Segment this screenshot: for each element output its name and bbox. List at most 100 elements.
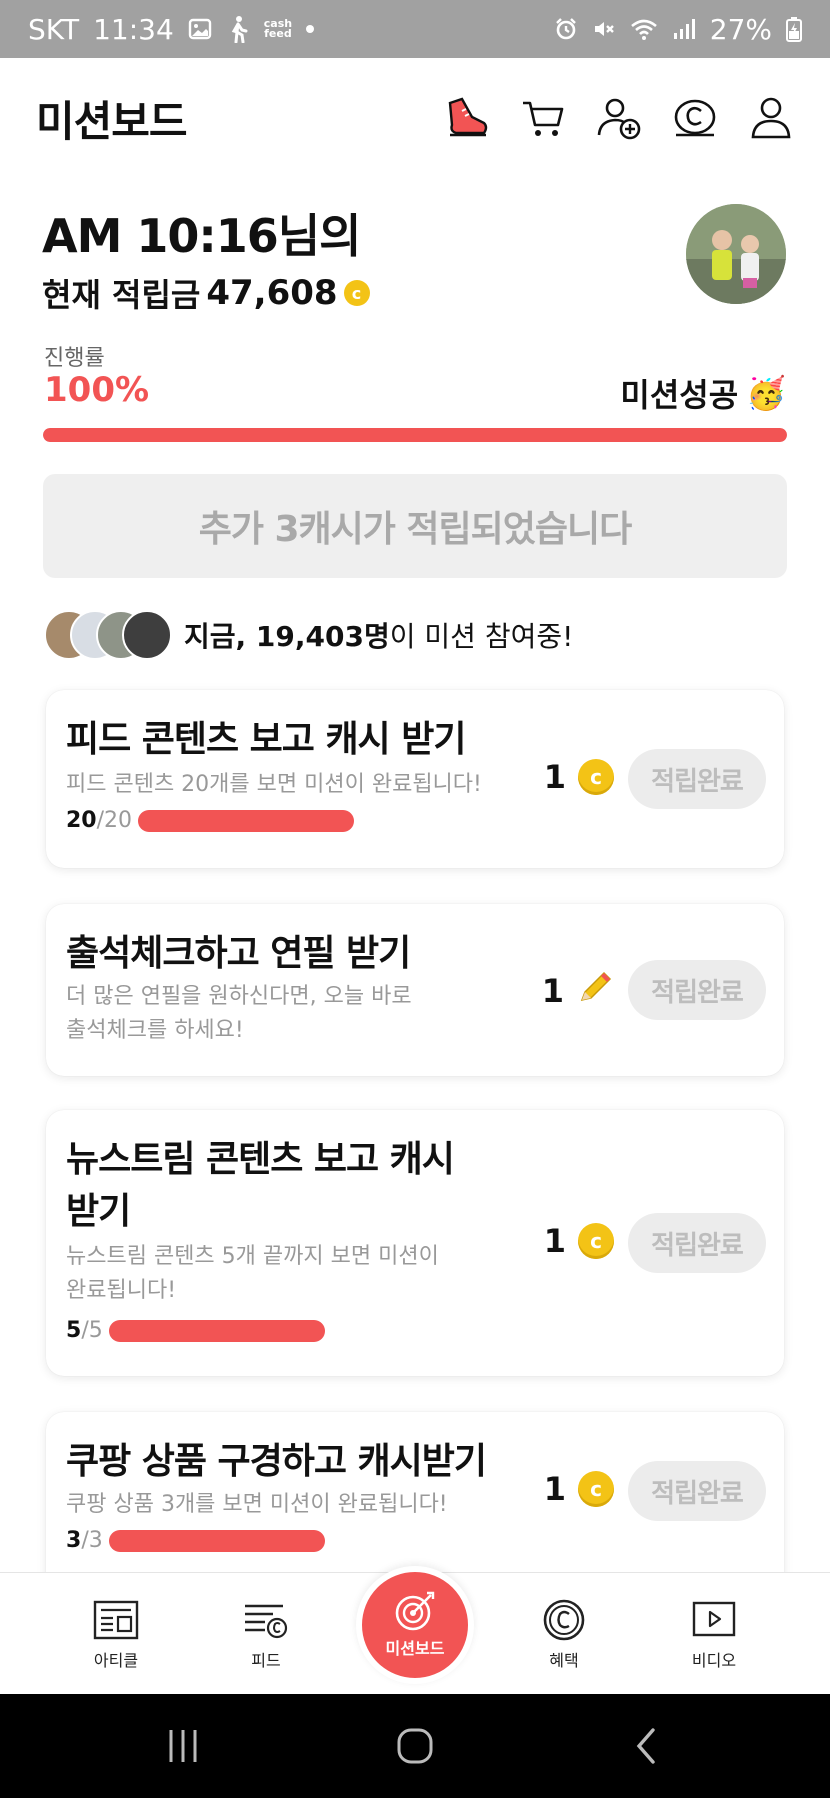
mission-status-text: 미션성공 bbox=[620, 376, 739, 414]
battery-percent: 27% bbox=[709, 12, 772, 46]
coin-icon: c bbox=[343, 280, 370, 306]
mission-total: /3 bbox=[81, 1528, 103, 1553]
balance-label: 현재 적립금 bbox=[42, 276, 201, 314]
reward-amount: 1 bbox=[543, 1222, 566, 1260]
nav-benefit[interactable]: 혜택 bbox=[514, 1599, 614, 1671]
mission-reward: 1 bbox=[542, 968, 614, 1014]
reward-claimed-button[interactable]: 적립완료 bbox=[628, 749, 766, 809]
add-friend-icon[interactable] bbox=[596, 95, 642, 141]
page-title: 미션보드 bbox=[36, 96, 188, 146]
clock: 11:34 bbox=[93, 12, 174, 46]
nav-missionboard-button[interactable]: 미션보드 bbox=[356, 1566, 474, 1684]
mission-desc-line2: 출석체크를 하세요! bbox=[66, 1018, 244, 1043]
status-bar: SKT 11:34 cash feed 27% bbox=[0, 0, 830, 58]
cashfeed-label-bottom: feed bbox=[264, 27, 292, 40]
reward-amount: 1 bbox=[541, 972, 564, 1010]
benefit-coin-icon bbox=[541, 1599, 587, 1641]
nav-feed[interactable]: 피드 bbox=[216, 1599, 316, 1671]
recent-apps-icon[interactable] bbox=[158, 1724, 208, 1768]
signal-icon bbox=[672, 17, 696, 41]
battery-charging-icon bbox=[786, 16, 802, 42]
mission-title: 피드 콘텐츠 보고 캐시 받기 bbox=[66, 719, 466, 760]
walking-icon bbox=[226, 15, 250, 43]
feed-icon bbox=[243, 1599, 289, 1641]
mission-reward: 1 c bbox=[544, 1222, 614, 1260]
nav-benefit-label: 혜택 bbox=[549, 1651, 579, 1670]
mission-desc: 피드 콘텐츠 20개를 보면 미션이 완료됩니다! bbox=[66, 772, 482, 797]
mission-desc-line1: 뉴스트림 콘텐츠 5개 끝까지 보면 미션이 bbox=[66, 1244, 439, 1269]
coin-icon: c bbox=[578, 1471, 614, 1507]
reward-notice: 추가 3캐시가 적립되었습니다 bbox=[43, 474, 787, 578]
reward-claimed-button[interactable]: 적립완료 bbox=[628, 1461, 766, 1521]
mission-card[interactable]: 뉴스트림 콘텐츠 보고 캐시 받기 뉴스트림 콘텐츠 5개 끝까지 보면 미션이… bbox=[46, 1110, 784, 1376]
participants-count: 19,403명 bbox=[255, 620, 390, 653]
nav-video-label: 비디오 bbox=[691, 1651, 737, 1670]
nav-missionboard-label: 미션보드 bbox=[385, 1639, 445, 1658]
cashfeed-icon: cash feed bbox=[264, 18, 292, 40]
mission-done: 3 bbox=[66, 1528, 82, 1553]
mission-title: 쿠팡 상품 구경하고 캐시받기 bbox=[66, 1441, 487, 1482]
home-icon[interactable] bbox=[390, 1724, 440, 1768]
coin-icon: c bbox=[578, 759, 614, 795]
participants-row: 지금, 19,403명이 미션 참여중! bbox=[44, 610, 573, 660]
pencil-icon bbox=[576, 968, 614, 1014]
reward-amount: 1 bbox=[543, 758, 566, 796]
user-avatar[interactable] bbox=[686, 204, 786, 304]
back-icon[interactable] bbox=[622, 1724, 672, 1768]
mission-reward: 1 c bbox=[544, 758, 614, 796]
profile-icon[interactable] bbox=[748, 95, 794, 141]
progress-bar bbox=[43, 428, 787, 442]
user-greeting: AM 10:16님의 bbox=[42, 209, 361, 263]
participants-prefix: 지금, bbox=[184, 620, 247, 653]
mission-count: 3/3 bbox=[66, 1528, 325, 1553]
mission-reward: 1 c bbox=[544, 1470, 614, 1508]
mission-progress-bar bbox=[138, 809, 355, 832]
progress-label: 진행률 bbox=[44, 346, 105, 371]
mission-progress-bar bbox=[108, 1319, 325, 1342]
nav-feed-label: 피드 bbox=[251, 1651, 281, 1670]
party-face-icon: 🥳 bbox=[746, 374, 786, 412]
mission-total: /5 bbox=[81, 1318, 103, 1343]
mission-desc-line2: 완료됩니다! bbox=[66, 1278, 177, 1303]
alarm-icon bbox=[554, 17, 578, 41]
notification-dot-icon bbox=[306, 25, 315, 33]
coin-icon: c bbox=[578, 1223, 614, 1259]
progress-percent: 100% bbox=[44, 370, 150, 410]
sneaker-icon[interactable] bbox=[444, 95, 490, 141]
mission-done: 5 bbox=[66, 1318, 82, 1343]
mission-card[interactable]: 출석체크하고 연필 받기 더 많은 연필을 원하신다면, 오늘 바로 출석체크를… bbox=[46, 904, 784, 1076]
balance-row: 현재 적립금 47,608 c bbox=[42, 270, 370, 316]
mission-title-line2: 받기 bbox=[66, 1191, 131, 1232]
mission-status: 미션성공 🥳 bbox=[620, 370, 786, 416]
system-nav-bar bbox=[0, 1694, 830, 1798]
article-icon bbox=[93, 1599, 139, 1641]
mission-done: 20 bbox=[66, 808, 97, 833]
wifi-icon bbox=[630, 17, 658, 41]
mission-desc-line1: 더 많은 연필을 원하신다면, 오늘 바로 bbox=[66, 984, 412, 1009]
mission-progress-bar bbox=[108, 1529, 325, 1552]
reward-claimed-button[interactable]: 적립완료 bbox=[628, 1213, 766, 1273]
header-actions bbox=[444, 95, 794, 141]
mission-card[interactable]: 피드 콘텐츠 보고 캐시 받기 피드 콘텐츠 20개를 보면 미션이 완료됩니다… bbox=[46, 690, 784, 868]
video-play-icon bbox=[691, 1599, 737, 1641]
participant-avatars bbox=[44, 610, 174, 660]
target-icon bbox=[393, 1591, 437, 1635]
coin-c-icon[interactable] bbox=[672, 95, 718, 141]
mission-count: 5/5 bbox=[66, 1318, 325, 1343]
progress-bar-fill bbox=[43, 428, 787, 442]
user-summary: AM 10:16님의 현재 적립금 47,608 c bbox=[42, 200, 370, 316]
mute-icon bbox=[592, 17, 616, 41]
nav-video[interactable]: 비디오 bbox=[664, 1599, 764, 1671]
app-screen: SKT 11:34 cash feed 27% 미션보드 AM 10:16님의 … bbox=[0, 0, 830, 1798]
participant-avatar bbox=[122, 610, 172, 660]
mission-title-line1: 뉴스트림 콘텐츠 보고 캐시 bbox=[66, 1139, 455, 1180]
nav-article[interactable]: 아티클 bbox=[66, 1599, 166, 1671]
mission-total: /20 bbox=[96, 808, 133, 833]
cart-icon[interactable] bbox=[520, 95, 566, 141]
balance-value: 47,608 bbox=[206, 273, 338, 313]
mission-count: 20/20 bbox=[66, 808, 355, 833]
reward-claimed-button[interactable]: 적립완료 bbox=[628, 960, 766, 1020]
participants-suffix: 이 미션 참여중! bbox=[389, 620, 574, 653]
carrier-label: SKT bbox=[28, 12, 80, 46]
reward-amount: 1 bbox=[543, 1470, 566, 1508]
